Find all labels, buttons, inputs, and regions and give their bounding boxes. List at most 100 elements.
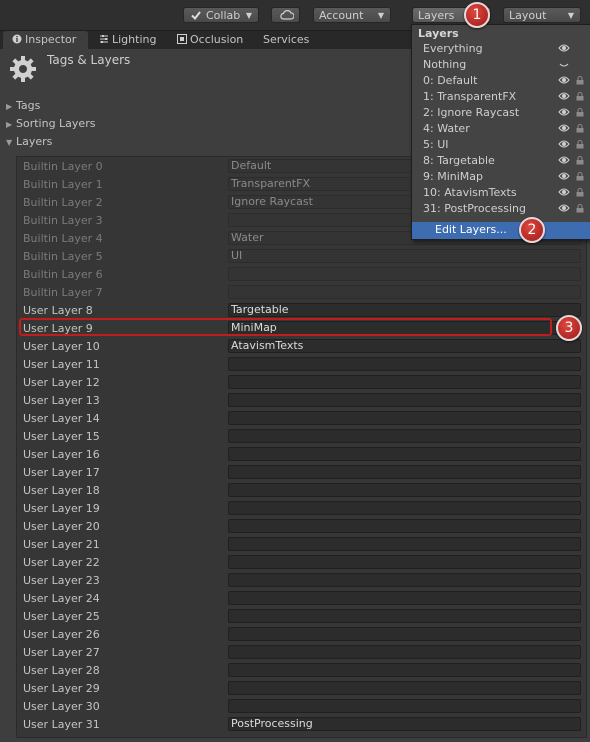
foldout-label: Tags bbox=[16, 99, 41, 112]
layer-name-field[interactable] bbox=[228, 357, 581, 371]
lock-icon[interactable] bbox=[576, 188, 584, 197]
layer-label: Builtin Layer 4 bbox=[23, 232, 103, 245]
layer-label: User Layer 31 bbox=[23, 718, 100, 731]
lock-icon[interactable] bbox=[576, 204, 584, 213]
layer-name-field[interactable] bbox=[228, 699, 581, 713]
foldout-sorting-layers[interactable]: ▶ Sorting Layers bbox=[6, 116, 95, 132]
cloud-button[interactable] bbox=[271, 7, 300, 23]
menu-item-layer[interactable]: 10: AtavismTexts bbox=[412, 185, 590, 201]
layer-row: User Layer 30 bbox=[17, 698, 586, 716]
layer-name-field[interactable] bbox=[228, 627, 581, 641]
layer-label: User Layer 26 bbox=[23, 628, 100, 641]
cloud-icon bbox=[280, 10, 294, 20]
layer-row: User Layer 28 bbox=[17, 662, 586, 680]
layout-label: Layout bbox=[509, 9, 547, 22]
layer-label: Builtin Layer 3 bbox=[23, 214, 103, 227]
layer-label: User Layer 30 bbox=[23, 700, 100, 713]
layer-row: User Layer 12 bbox=[17, 374, 586, 392]
foldout-label: Sorting Layers bbox=[16, 117, 96, 130]
lock-icon[interactable] bbox=[576, 124, 584, 133]
layer-name-field[interactable] bbox=[228, 429, 581, 443]
layer-name-field[interactable] bbox=[228, 483, 581, 497]
layout-button[interactable]: Layout ▼ bbox=[503, 7, 581, 23]
menu-item-everything[interactable]: Everything bbox=[412, 41, 590, 57]
layer-name-field[interactable] bbox=[228, 591, 581, 605]
tab-inspector[interactable]: Inspector bbox=[3, 31, 88, 49]
layer-name-field[interactable] bbox=[228, 501, 581, 515]
layer-row: User Layer 27 bbox=[17, 644, 586, 662]
menu-item-layer[interactable]: 0: Default bbox=[412, 73, 590, 89]
layer-label: User Layer 27 bbox=[23, 646, 100, 659]
layer-label: User Layer 11 bbox=[23, 358, 100, 371]
menu-item-label: 2: Ignore Raycast bbox=[423, 106, 520, 119]
layer-name-field[interactable] bbox=[228, 645, 581, 659]
dropdown-header: Layers bbox=[418, 27, 459, 40]
layer-name-field[interactable]: Targetable bbox=[228, 303, 581, 317]
layer-row: User Layer 22 bbox=[17, 554, 586, 572]
tab-label: Inspector bbox=[25, 33, 77, 46]
lock-icon[interactable] bbox=[576, 156, 584, 165]
gear-icon bbox=[10, 56, 36, 82]
layers-label: Layers bbox=[418, 9, 455, 22]
menu-item-layer[interactable]: 9: MiniMap bbox=[412, 169, 590, 185]
account-button[interactable]: Account ▼ bbox=[313, 7, 391, 23]
menu-item-layer[interactable]: 8: Targetable bbox=[412, 153, 590, 169]
layer-label: User Layer 18 bbox=[23, 484, 100, 497]
layer-name-field[interactable] bbox=[228, 393, 581, 407]
eye-icon[interactable] bbox=[558, 203, 570, 213]
eye-icon[interactable] bbox=[558, 123, 570, 133]
layer-name-field[interactable] bbox=[228, 681, 581, 695]
layer-name-field[interactable] bbox=[228, 609, 581, 623]
layer-name-field[interactable]: PostProcessing bbox=[228, 717, 581, 731]
collab-button[interactable]: Collab ▼ bbox=[183, 7, 259, 23]
tab-occlusion[interactable]: Occlusion bbox=[177, 31, 243, 49]
eye-icon[interactable] bbox=[558, 75, 570, 85]
layer-label: User Layer 16 bbox=[23, 448, 100, 461]
edit-layers-menu-item[interactable]: Edit Layers... bbox=[412, 222, 590, 239]
lock-icon[interactable] bbox=[576, 92, 584, 101]
layer-name-field bbox=[228, 267, 581, 281]
menu-item-layer[interactable]: 4: Water bbox=[412, 121, 590, 137]
eye-icon[interactable] bbox=[558, 107, 570, 117]
layer-name-field[interactable] bbox=[228, 573, 581, 587]
menu-item-layer[interactable]: 2: Ignore Raycast bbox=[412, 105, 590, 121]
lock-icon[interactable] bbox=[576, 140, 584, 149]
tab-services[interactable]: Services bbox=[263, 31, 309, 49]
foldout-tags[interactable]: ▶ Tags bbox=[6, 98, 40, 114]
menu-item-layer[interactable]: 5: UI bbox=[412, 137, 590, 153]
foldout-layers[interactable]: ▼ Layers bbox=[6, 134, 52, 150]
eye-icon[interactable] bbox=[558, 139, 570, 149]
layer-name-field[interactable] bbox=[228, 519, 581, 533]
layer-name-field[interactable] bbox=[228, 447, 581, 461]
eye-icon[interactable] bbox=[558, 187, 570, 197]
lock-icon[interactable] bbox=[576, 172, 584, 181]
eye-closed-icon[interactable] bbox=[558, 59, 570, 69]
layer-label: Builtin Layer 7 bbox=[23, 286, 103, 299]
chevron-down-icon: ▼ bbox=[567, 11, 574, 20]
eye-icon[interactable] bbox=[558, 91, 570, 101]
menu-item-layer[interactable]: 1: TransparentFX bbox=[412, 89, 590, 105]
layer-name-field[interactable] bbox=[228, 411, 581, 425]
layer-name-field[interactable] bbox=[228, 537, 581, 551]
layer-name-field[interactable] bbox=[228, 663, 581, 677]
menu-item-layer[interactable]: 31: PostProcessing bbox=[412, 201, 590, 217]
collab-label: Collab bbox=[206, 9, 241, 22]
menu-item-nothing[interactable]: Nothing bbox=[412, 57, 590, 73]
info-icon bbox=[12, 34, 22, 44]
layer-name-field[interactable] bbox=[228, 555, 581, 569]
eye-icon[interactable] bbox=[558, 171, 570, 181]
lock-icon[interactable] bbox=[576, 76, 584, 85]
layer-row: User Layer 17 bbox=[17, 464, 586, 482]
chevron-down-icon: ▼ bbox=[6, 138, 13, 147]
layer-name-field[interactable] bbox=[228, 375, 581, 389]
tab-lighting[interactable]: Lighting bbox=[99, 31, 156, 49]
layer-label: User Layer 15 bbox=[23, 430, 100, 443]
layer-label: User Layer 21 bbox=[23, 538, 100, 551]
layer-row: User Layer 11 bbox=[17, 356, 586, 374]
layer-name-field[interactable]: AtavismTexts bbox=[228, 339, 581, 353]
lock-icon[interactable] bbox=[576, 108, 584, 117]
eye-icon[interactable] bbox=[558, 43, 570, 53]
layer-name-field[interactable] bbox=[228, 465, 581, 479]
layer-row: User Layer 25 bbox=[17, 608, 586, 626]
eye-icon[interactable] bbox=[558, 155, 570, 165]
